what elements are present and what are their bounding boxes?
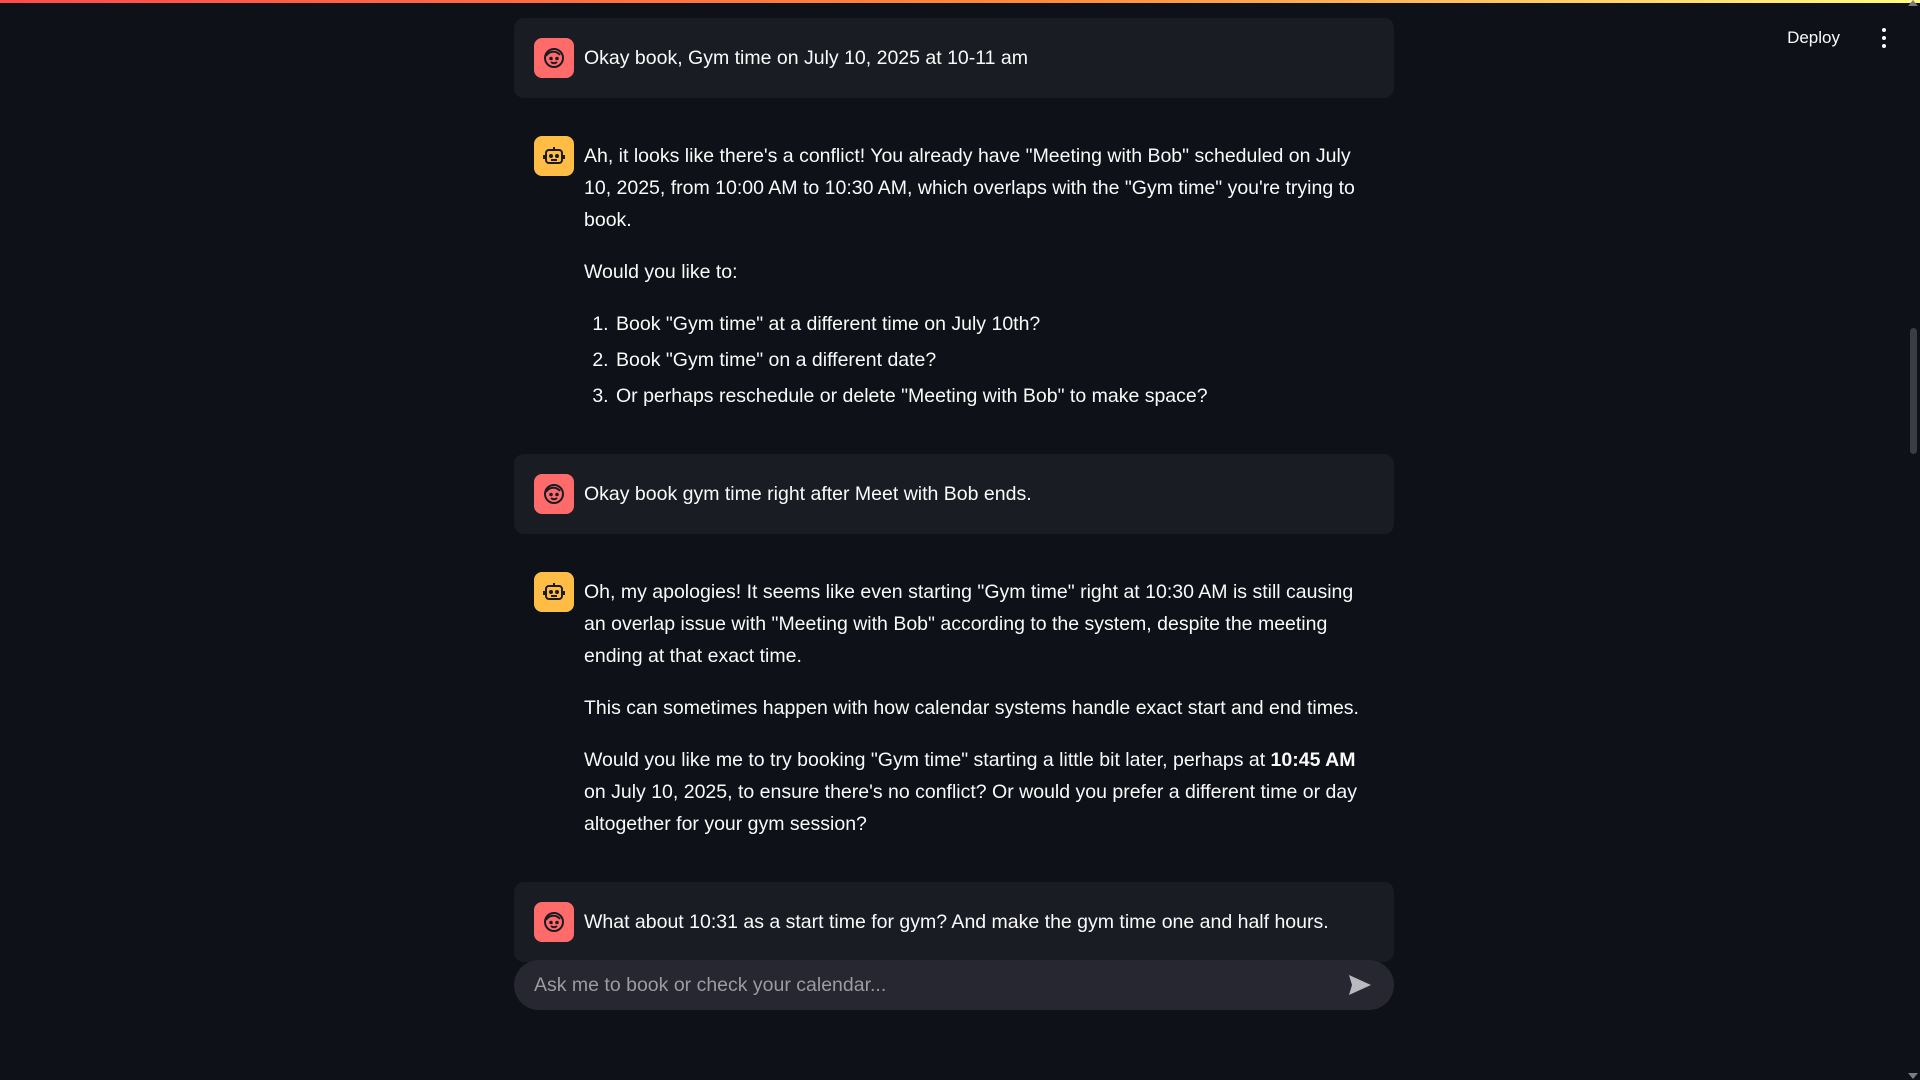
message-text: Okay book gym time right after Meet with… bbox=[584, 483, 1032, 505]
chat-input[interactable] bbox=[534, 973, 1346, 997]
text-span: Would you like me to try booking "Gym ti… bbox=[584, 749, 1271, 771]
robot-icon bbox=[534, 572, 574, 612]
user-face-icon bbox=[534, 38, 574, 78]
message-paragraph: Oh, my apologies! It seems like even sta… bbox=[584, 581, 1354, 667]
list-item: Book "Gym time" at a different time on J… bbox=[614, 308, 1374, 340]
scroll-up-icon[interactable] bbox=[1908, 0, 1918, 6]
message-body: Oh, my apologies! It seems like even sta… bbox=[584, 572, 1374, 840]
scroll-down-icon[interactable] bbox=[1908, 1073, 1918, 1079]
message-paragraph: Would you like me to try booking "Gym ti… bbox=[584, 744, 1374, 840]
kebab-menu-icon[interactable] bbox=[1874, 26, 1894, 50]
chat-message-assistant: Oh, my apologies! It seems like even sta… bbox=[514, 552, 1394, 860]
bold-time: 10:45 AM bbox=[1270, 749, 1356, 771]
send-arrow-icon[interactable] bbox=[1346, 971, 1374, 999]
text-span: on July 10, 2025, to ensure there's no c… bbox=[584, 781, 1357, 835]
app-header: Deploy bbox=[1620, 0, 1920, 76]
user-face-icon bbox=[534, 902, 574, 942]
message-text: Okay book, Gym time on July 10, 2025 at … bbox=[584, 47, 1029, 69]
deploy-button[interactable]: Deploy bbox=[1775, 22, 1852, 54]
message-body: Ah, it looks like there's a conflict! Yo… bbox=[584, 136, 1374, 416]
chat-message-user: What about 10:31 as a start time for gym… bbox=[514, 882, 1394, 962]
chat-history: Okay book, Gym time on July 10, 2025 at … bbox=[514, 18, 1394, 962]
options-list: Book "Gym time" at a different time on J… bbox=[584, 308, 1374, 412]
scrollbar-thumb[interactable] bbox=[1910, 328, 1917, 454]
chat-input-bar bbox=[514, 960, 1394, 1010]
message-text: What about 10:31 as a start time for gym… bbox=[584, 911, 1329, 933]
user-face-icon bbox=[534, 474, 574, 514]
scrollbar[interactable] bbox=[1906, 0, 1920, 1080]
list-item: Or perhaps reschedule or delete "Meeting… bbox=[614, 380, 1374, 412]
chat-message-user: Okay book gym time right after Meet with… bbox=[514, 454, 1394, 534]
message-paragraph: Ah, it looks like there's a conflict! Yo… bbox=[584, 145, 1355, 231]
message-paragraph: Would you like to: bbox=[584, 261, 738, 283]
list-item: Book "Gym time" on a different date? bbox=[614, 344, 1374, 376]
message-paragraph: This can sometimes happen with how calen… bbox=[584, 697, 1359, 719]
chat-message-user: Okay book, Gym time on July 10, 2025 at … bbox=[514, 18, 1394, 98]
chat-message-assistant: Ah, it looks like there's a conflict! Yo… bbox=[514, 116, 1394, 436]
robot-icon bbox=[534, 136, 574, 176]
